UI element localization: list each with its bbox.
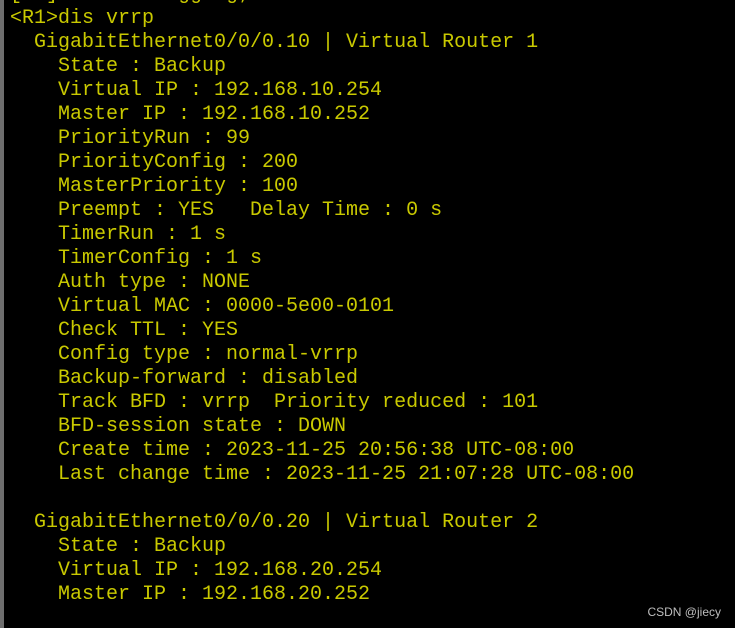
terminal-line: Check TTL : YES: [10, 319, 239, 342]
terminal-line: TimerConfig : 1 s: [10, 247, 263, 270]
terminal-line: Master IP : 192.168.20.252: [10, 583, 371, 606]
terminal-line: PriorityConfig : 200: [10, 151, 299, 174]
terminal-line: Preempt : YES Delay Time : 0 s: [10, 199, 443, 222]
terminal-line: Create time : 2023-11-25 20:56:38 UTC-08…: [10, 439, 575, 462]
terminal-line: Virtual MAC : 0000-5e00-0101: [10, 295, 395, 318]
terminal-line: <R1>dis vrrp: [10, 7, 155, 30]
watermark: CSDN @jiecy: [647, 605, 721, 619]
terminal-output[interactable]: [R1] undo debugging;<R1>dis vrrp Gigabit…: [10, 0, 634, 607]
terminal-line: TimerRun : 1 s: [10, 223, 227, 246]
terminal-line: [R1] undo debugging;: [10, 0, 634, 7]
terminal-line: MasterPriority : 100: [10, 175, 299, 198]
terminal-line: GigabitEthernet0/0/0.10 | Virtual Router…: [10, 31, 539, 54]
terminal-line: Backup-forward : disabled: [10, 367, 359, 390]
terminal-line: Config type : normal-vrrp: [10, 343, 359, 366]
terminal-line: Last change time : 2023-11-25 21:07:28 U…: [10, 463, 635, 486]
terminal-line: PriorityRun : 99: [10, 127, 251, 150]
terminal-line: Track BFD : vrrp Priority reduced : 101: [10, 391, 539, 414]
terminal-line: State : Backup: [10, 55, 227, 78]
terminal-line: Virtual IP : 192.168.20.254: [10, 559, 383, 582]
terminal-line: BFD-session state : DOWN: [10, 415, 347, 438]
window-border: [0, 0, 4, 628]
terminal-line: Virtual IP : 192.168.10.254: [10, 79, 383, 102]
terminal-line: Master IP : 192.168.10.252: [10, 103, 371, 126]
terminal-line: Auth type : NONE: [10, 271, 251, 294]
terminal-line: GigabitEthernet0/0/0.20 | Virtual Router…: [10, 511, 539, 534]
terminal-line: State : Backup: [10, 535, 227, 558]
